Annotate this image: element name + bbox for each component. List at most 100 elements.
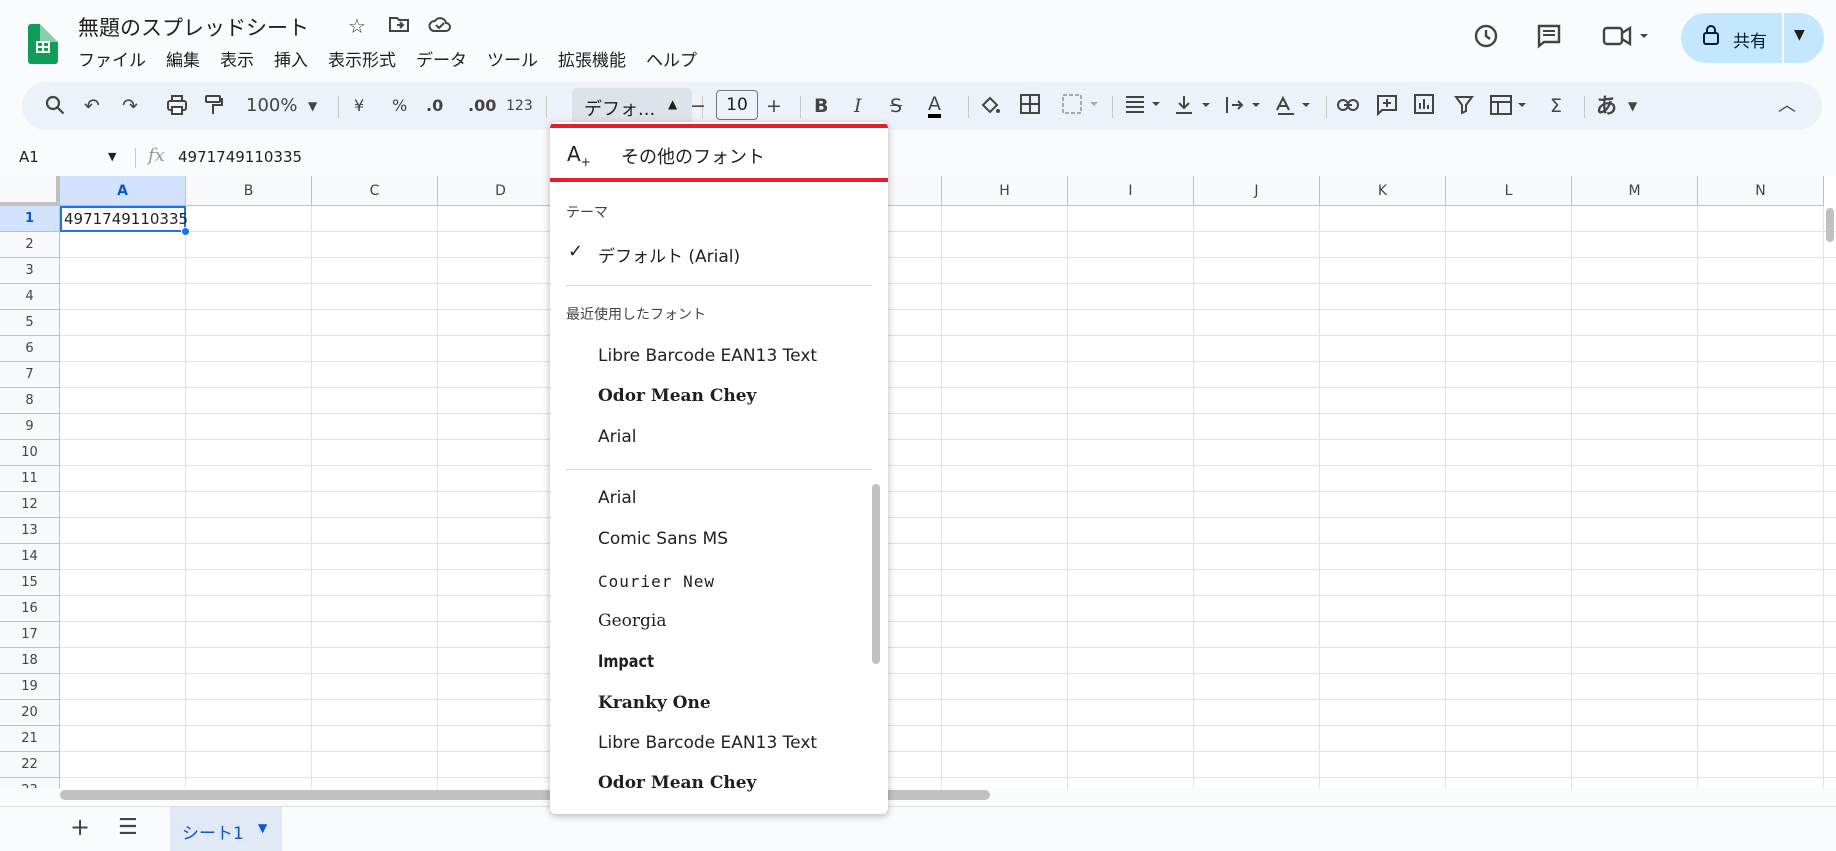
horizontal-align-icon[interactable]	[1124, 94, 1164, 120]
sheets-logo-icon[interactable]	[28, 24, 58, 64]
insert-link-icon[interactable]	[1336, 94, 1360, 122]
input-tools-dropdown-icon[interactable]: ▼	[1628, 94, 1637, 118]
zoom-select[interactable]: 100%	[246, 94, 297, 118]
strikethrough-icon[interactable]: S	[890, 94, 902, 118]
row-header[interactable]: 12	[0, 492, 60, 518]
bold-button[interactable]: B	[814, 94, 828, 118]
column-header[interactable]: C	[312, 176, 438, 206]
row-header[interactable]: 20	[0, 700, 60, 726]
functions-button[interactable]: Σ	[1550, 94, 1562, 118]
column-header[interactable]: L	[1446, 176, 1572, 206]
version-history-icon[interactable]	[1472, 22, 1500, 56]
font-item[interactable]: Georgia	[598, 611, 666, 631]
paint-format-icon[interactable]	[204, 94, 224, 122]
column-header[interactable]: D	[438, 176, 564, 206]
borders-icon[interactable]	[1020, 94, 1040, 120]
document-title[interactable]: 無題のスプレッドシート	[78, 12, 309, 42]
font-size-input[interactable]: 10	[716, 90, 758, 120]
all-sheets-icon[interactable]: ☰	[118, 815, 138, 840]
add-sheet-icon[interactable]: +	[70, 813, 90, 841]
fill-color-icon[interactable]	[978, 94, 1002, 124]
name-box-dropdown-icon[interactable]: ▼	[108, 150, 116, 163]
increase-decimal-button[interactable]: .00	[468, 94, 496, 118]
share-button[interactable]: 共有 ▼	[1681, 13, 1824, 63]
row-header[interactable]: 1	[0, 206, 60, 232]
menu-help[interactable]: ヘルプ	[646, 46, 697, 71]
row-header[interactable]: 13	[0, 518, 60, 544]
row-header[interactable]: 16	[0, 596, 60, 622]
row-header[interactable]: 10	[0, 440, 60, 466]
zoom-dropdown-icon[interactable]: ▼	[308, 94, 317, 118]
move-folder-icon[interactable]	[388, 14, 410, 39]
column-header[interactable]: H	[942, 176, 1068, 206]
font-item[interactable]: Impact	[598, 652, 654, 672]
number-format-button[interactable]: 123	[506, 94, 533, 118]
font-item[interactable]: Courier New	[598, 572, 715, 591]
font-item[interactable]: Odor Mean Chey	[598, 773, 756, 793]
sheet-tab-dropdown-icon[interactable]: ▼	[258, 821, 267, 835]
font-item[interactable]: Kranky One	[598, 693, 711, 713]
row-header[interactable]: 7	[0, 362, 60, 388]
column-header[interactable]: B	[186, 176, 312, 206]
menu-edit[interactable]: 編集	[166, 46, 200, 71]
font-item[interactable]: Libre Barcode EAN13 Text	[598, 733, 817, 753]
increase-font-size-icon[interactable]: +	[766, 94, 782, 118]
row-header[interactable]: 6	[0, 336, 60, 362]
input-tools-button[interactable]: あ	[1596, 94, 1617, 118]
menu-view[interactable]: 表示	[220, 46, 254, 71]
row-header[interactable]: 17	[0, 622, 60, 648]
vertical-scrollbar[interactable]	[1826, 208, 1834, 242]
column-header[interactable]: M	[1572, 176, 1698, 206]
redo-icon[interactable]: ↷	[122, 94, 138, 118]
font-item-recent[interactable]: Odor Mean Chey	[598, 386, 756, 406]
comments-icon[interactable]	[1535, 22, 1563, 56]
text-color-button[interactable]: A	[928, 94, 941, 118]
column-header[interactable]: J	[1194, 176, 1320, 206]
percent-format-button[interactable]: %	[392, 94, 407, 118]
undo-icon[interactable]: ↶	[84, 94, 100, 118]
menu-insert[interactable]: 挿入	[274, 46, 308, 71]
row-header[interactable]: 22	[0, 752, 60, 778]
vertical-align-icon[interactable]	[1174, 94, 1214, 122]
cell-a1[interactable]: 4971749110335	[60, 206, 188, 232]
column-header[interactable]: I	[1068, 176, 1194, 206]
collapse-toolbar-icon[interactable]: ︿	[1778, 94, 1796, 118]
more-fonts-menu-item[interactable]: A+ その他のフォント	[550, 124, 888, 182]
formula-input[interactable]: 4971749110335	[178, 148, 302, 166]
row-header[interactable]: 11	[0, 466, 60, 492]
font-menu-scrollbar[interactable]	[872, 484, 880, 664]
font-item-recent[interactable]: Libre Barcode EAN13 Text	[598, 346, 817, 366]
name-box[interactable]: A1	[19, 148, 39, 166]
row-header[interactable]: 2	[0, 232, 60, 258]
share-dropdown-icon[interactable]: ▼	[1794, 27, 1805, 43]
font-item[interactable]: Arial	[598, 488, 636, 508]
row-header[interactable]: 14	[0, 544, 60, 570]
font-select[interactable]: デフォ... ▲	[572, 88, 692, 124]
font-item[interactable]: Comic Sans MS	[598, 529, 728, 549]
column-header[interactable]: K	[1320, 176, 1446, 206]
select-all-corner[interactable]	[0, 176, 60, 206]
row-header[interactable]: 19	[0, 674, 60, 700]
row-header[interactable]: 9	[0, 414, 60, 440]
text-rotation-icon[interactable]	[1274, 94, 1314, 122]
meet-icon[interactable]	[1602, 22, 1650, 56]
font-item-theme-default[interactable]: デフォルト (Arial)	[598, 242, 740, 267]
print-icon[interactable]	[166, 94, 188, 122]
column-header[interactable]: N	[1698, 176, 1824, 206]
insert-chart-icon[interactable]	[1414, 94, 1434, 120]
filter-views-icon[interactable]	[1490, 94, 1530, 122]
filter-icon[interactable]	[1454, 94, 1474, 120]
font-item-recent[interactable]: Arial	[598, 427, 636, 447]
row-header[interactable]: 21	[0, 726, 60, 752]
column-header[interactable]: A	[60, 176, 186, 206]
menu-extensions[interactable]: 拡張機能	[558, 46, 626, 71]
row-header[interactable]: 3	[0, 258, 60, 284]
row-header[interactable]: 15	[0, 570, 60, 596]
decrease-decimal-button[interactable]: .0	[426, 94, 443, 118]
row-header[interactable]: 5	[0, 310, 60, 336]
search-menus-icon[interactable]	[44, 94, 66, 122]
cloud-status-icon[interactable]	[428, 14, 452, 38]
sheet-tab[interactable]: シート1 ▼	[170, 807, 282, 851]
spreadsheet-grid[interactable]: ABCDEFGHIJKLMN 1234567891011121314151617…	[0, 176, 1836, 788]
insert-comment-icon[interactable]	[1376, 94, 1398, 122]
